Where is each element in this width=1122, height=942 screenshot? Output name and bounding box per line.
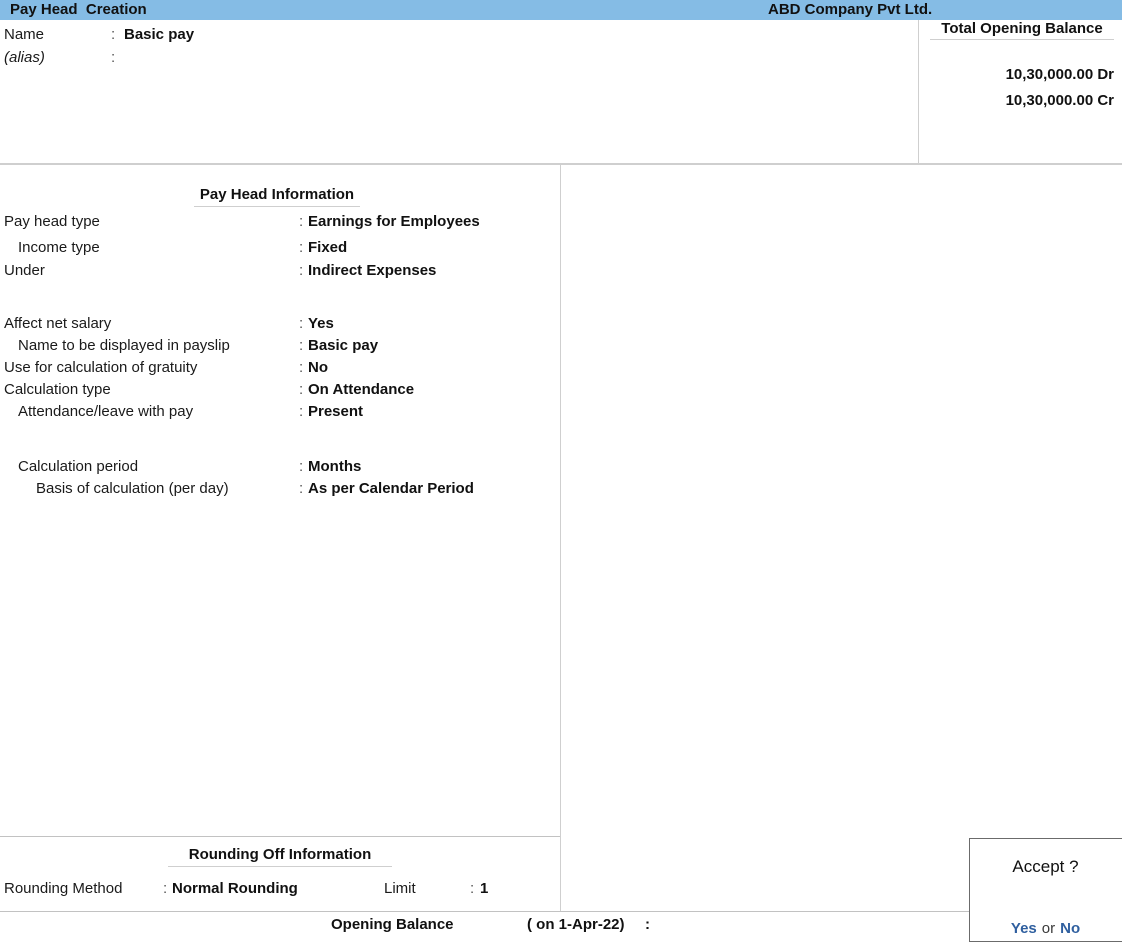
form-row: Calculation type: On Attendance [0,381,560,403]
field-colon: : [299,213,304,230]
field-label: Use for calculation of gratuity [4,359,198,376]
field-label: Name to be displayed in payslip [18,337,230,354]
field-value[interactable]: Fixed [308,239,347,256]
main-vertical-divider [560,165,561,836]
field-label: Pay head type [4,213,100,230]
rounding-section-divider [0,836,560,837]
field-value[interactable]: Months [308,458,361,475]
field-label: Calculation period [18,458,139,475]
accept-yes-button[interactable]: Yes [1011,920,1037,937]
rounding-method-label: Rounding Method [4,880,123,897]
form-row: Basis of calculation (per day): As per Ca… [0,480,560,502]
bottom-bar-divider [0,911,1122,912]
opening-balance-date: ( on 1-Apr-22) [527,916,625,933]
form-row: Attendance/leave with pay: Present [0,403,560,425]
accept-or-label: or [1041,920,1056,937]
rounding-method-colon: : [163,880,168,897]
pay-head-information-title: Pay Head Information [194,186,360,207]
opening-balance-label: Opening Balance [331,916,454,933]
field-value[interactable]: On Attendance [308,381,414,398]
rounding-limit-label: Limit [384,880,416,897]
opening-balance-colon: : [645,916,650,933]
field-colon: : [299,381,304,398]
field-value[interactable]: Indirect Expenses [308,262,436,279]
rounding-off-information-title: Rounding Off Information [168,846,392,867]
field-colon: : [299,403,304,420]
alias-colon: : [111,49,116,66]
field-value[interactable]: Yes [308,315,334,332]
form-row: Pay head type: Earnings for Employees [0,213,560,235]
field-colon: : [299,315,304,332]
name-field[interactable]: Basic pay [124,26,194,43]
rounding-method-field[interactable]: Normal Rounding [172,880,298,897]
form-row: Name to be displayed in payslip: Basic pa… [0,337,560,359]
field-label: Under [4,262,45,279]
rounding-limit-colon: : [470,880,475,897]
form-row: Calculation period: Months [0,458,560,480]
field-colon: : [299,262,304,279]
title-bar: Pay Head Creation ABD Company Pvt Ltd. [0,0,1122,20]
alias-label: (alias) [4,49,45,66]
field-colon: : [299,458,304,475]
total-opening-balance-credit: 10,30,000.00 Cr [1005,92,1114,109]
field-label: Basis of calculation (per day) [36,480,229,497]
accept-dialog-actions: Yes or No [969,920,1122,937]
total-opening-balance-debit: 10,30,000.00 Dr [1005,66,1114,83]
accept-dialog-title: Accept ? [1012,857,1079,876]
total-opening-balance-title: Total Opening Balance [930,20,1114,40]
field-value[interactable]: As per Calendar Period [308,480,474,497]
field-colon: : [299,239,304,256]
field-label: Affect net salary [4,315,112,332]
company-name: ABD Company Pvt Ltd. [768,1,933,18]
rounding-method-row: Rounding Method : Normal Rounding Limit … [0,880,560,902]
screen-title: Pay Head Creation [10,1,147,18]
field-colon: : [299,359,304,376]
form-row: Affect net salary: Yes [0,315,560,337]
form-row: Under: Indirect Expenses [0,262,560,284]
field-colon: : [299,337,304,354]
name-label: Name [4,26,45,43]
field-value[interactable]: Present [308,403,363,420]
rounding-limit-field[interactable]: 1 [480,880,488,897]
field-label: Income type [18,239,100,256]
name-colon: : [111,26,116,43]
field-value[interactable]: Earnings for Employees [308,213,480,230]
form-row: Income type: Fixed [0,239,560,261]
lower-vertical-divider [560,836,561,911]
field-label: Attendance/leave with pay [18,403,194,420]
accept-no-button[interactable]: No [1060,920,1080,937]
form-row: Use for calculation of gratuity: No [0,359,560,381]
field-value[interactable]: Basic pay [308,337,378,354]
field-value[interactable]: No [308,359,328,376]
field-colon: : [299,480,304,497]
field-label: Calculation type [4,381,111,398]
